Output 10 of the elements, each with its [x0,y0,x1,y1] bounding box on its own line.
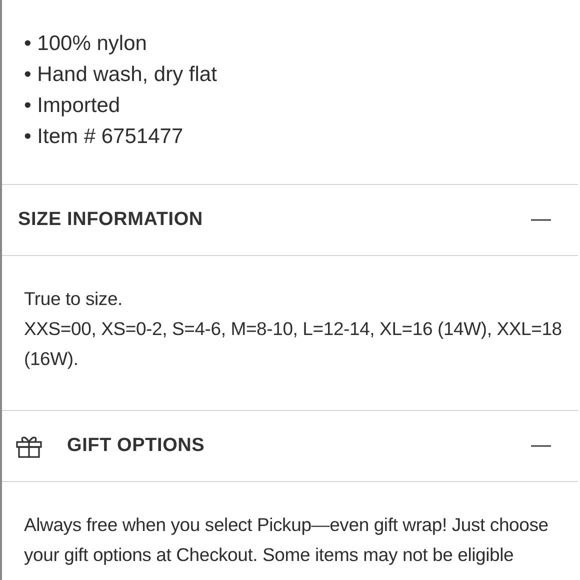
section-text: XXS=00, XS=0-2, S=4-6, M=8-10, L=12-14, XL=16 (14W), XXL=18 (16W). [24,317,563,371]
section-header[interactable]: GIFT OPTIONS [2,411,578,482]
detail-item: • Imported [24,93,122,119]
detail-item: • 100% nylon [24,31,148,57]
section-header[interactable]: SIZE INFORMATION [2,185,578,256]
section-text: Always free when you select Pickup—even gift wrap! Just choose your gift options at Checkout. Some items may not be eligible [24,513,550,567]
detail-item: • Item # 6751477 [24,124,184,150]
detail-item: • Hand wash, dry flat [24,62,218,88]
section-text: True to size. [24,287,124,311]
gift-icon [16,434,42,458]
